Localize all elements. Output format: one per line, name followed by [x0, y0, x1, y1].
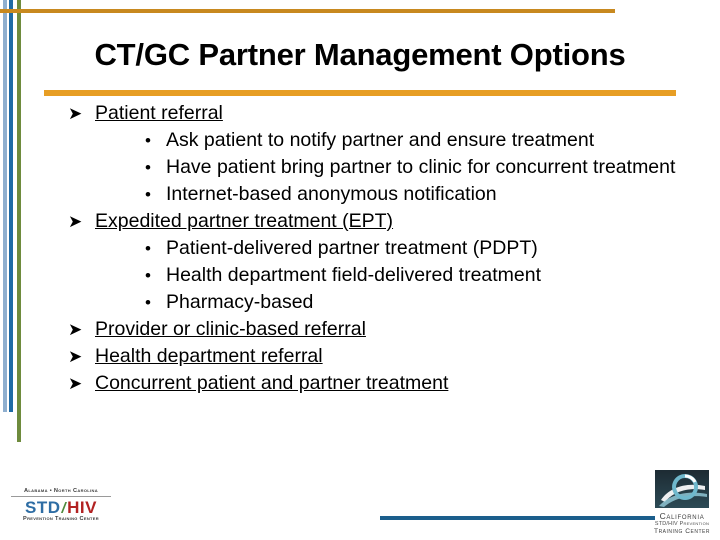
logo-tagline: Prevention Training Center — [23, 515, 99, 522]
footer-horizontal-rule — [380, 516, 655, 520]
arrow-bullet-icon: ➤ — [68, 347, 83, 366]
arrow-bullet-icon: ➤ — [68, 212, 83, 231]
bullet-list-level2: • Patient-delivered partner treatment (P… — [141, 235, 688, 316]
slide-body: ➤ Patient referral • Ask patient to noti… — [68, 100, 688, 397]
list-item-label: Health department referral — [95, 345, 323, 367]
list-item: ➤ Health department referral — [68, 343, 688, 370]
dot-bullet-icon: • — [145, 266, 151, 285]
list-item: • Patient-delivered partner treatment (P… — [141, 235, 688, 262]
list-item-label: Internet-based anonymous notification — [166, 183, 497, 205]
list-item-label: Concurrent patient and partner treatment — [95, 372, 449, 394]
arrow-bullet-icon: ➤ — [68, 374, 83, 393]
decor-bar-light-blue — [3, 0, 7, 412]
slide-title: CT/GC Partner Management Options — [94, 37, 626, 72]
logo-california-sub2: Training Center — [654, 528, 710, 535]
logo-divider — [11, 495, 111, 497]
logo-california-sub1: STD/HIV Prevention — [654, 521, 710, 527]
top-horizontal-rule — [0, 9, 615, 13]
bullet-list-level2: • Ask patient to notify partner and ensu… — [141, 127, 688, 208]
arrow-bullet-icon: ➤ — [68, 104, 83, 123]
list-item: • Pharmacy-based — [141, 289, 688, 316]
dot-bullet-icon: • — [145, 293, 151, 312]
logo-wave-icon — [655, 470, 709, 508]
dot-bullet-icon: • — [145, 131, 151, 150]
list-item-label: Health department field-delivered treatm… — [166, 264, 542, 286]
logo-california-ptc: California STD/HIV Prevention Training C… — [648, 470, 716, 536]
logo-std-text: STD — [24, 497, 61, 517]
dot-bullet-icon: • — [145, 239, 151, 258]
list-item-label: Provider or clinic-based referral — [95, 318, 366, 340]
list-item-label: Pharmacy-based — [166, 291, 314, 313]
slide-canvas: CT/GC Partner Management Options ➤ Patie… — [0, 0, 720, 540]
title-underline-rule — [44, 90, 676, 96]
list-item: ➤ Provider or clinic-based referral — [68, 316, 688, 343]
logo-states-label: Alabama • North Carolina — [23, 488, 99, 494]
logo-wordmark: STD/HIV — [11, 499, 111, 516]
list-item-label: Patient referral — [95, 102, 223, 124]
bullet-list-level1: ➤ Patient referral • Ask patient to noti… — [68, 100, 688, 397]
dot-bullet-icon: • — [145, 185, 151, 204]
list-item-label: Ask patient to notify partner and ensure… — [166, 129, 595, 151]
list-item-label: Have patient bring partner to clinic for… — [166, 156, 676, 178]
list-item-label: Patient-delivered partner treatment (PDP… — [166, 237, 538, 259]
list-item: • Health department field-delivered trea… — [141, 262, 688, 289]
list-item: • Internet-based anonymous notification — [141, 181, 688, 208]
decor-bar-dark-blue — [9, 0, 13, 412]
list-item: ➤ Concurrent patient and partner treatme… — [68, 370, 688, 397]
list-item: • Ask patient to notify partner and ensu… — [141, 127, 688, 154]
logo-california-label: California — [659, 511, 705, 521]
logo-hiv-text: HIV — [67, 497, 97, 517]
list-item: ➤ Patient referral • Ask patient to noti… — [68, 100, 688, 208]
arrow-bullet-icon: ➤ — [68, 320, 83, 339]
logo-alabama-north-carolina-ptc: Alabama • North Carolina STD/HIV Prevent… — [11, 488, 111, 522]
dot-bullet-icon: • — [145, 158, 151, 177]
list-item: ➤ Expedited partner treatment (EPT) • Pa… — [68, 208, 688, 316]
list-item: • Have patient bring partner to clinic f… — [141, 154, 688, 181]
decor-bar-green — [17, 0, 21, 442]
list-item-label: Expedited partner treatment (EPT) — [95, 210, 394, 232]
